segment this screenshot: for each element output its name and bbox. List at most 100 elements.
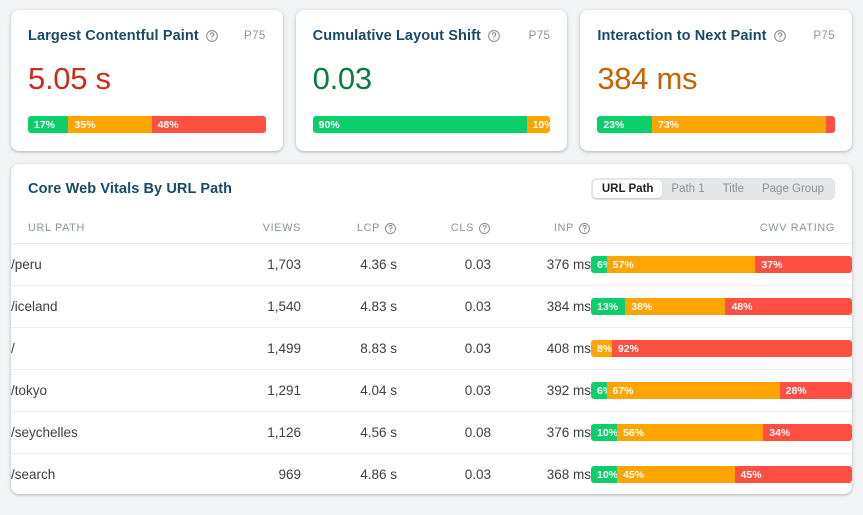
column-header-label: INP <box>553 222 574 234</box>
cell-cls: 0.03 <box>397 369 491 412</box>
metric-distribution-segment-needs-improvement: 73% <box>652 116 826 133</box>
segment-label: 35% <box>74 118 96 131</box>
segment-label: 45% <box>740 468 762 481</box>
column-header-url-path[interactable]: URL PATH <box>11 213 191 244</box>
row-distribution-segment-needs-improvement: 8% <box>591 340 612 357</box>
segment-label: 38% <box>631 300 653 313</box>
cell-url-path: / <box>11 327 191 370</box>
column-header-cwv-rating[interactable]: CWV RATING <box>591 213 852 244</box>
row-distribution-bar: 6% 67% 28% <box>591 382 852 399</box>
row-distribution-bar: 10% 45% 45% <box>591 466 852 483</box>
help-circle-icon[interactable] <box>487 29 501 43</box>
segment-label: 10% <box>597 468 618 481</box>
row-distribution-segment-needs-improvement: 38% <box>625 298 726 315</box>
cell-cls: 0.03 <box>397 285 491 328</box>
metric-title: Interaction to Next Paint <box>597 28 767 44</box>
core-web-vitals-table-card: Core Web Vitals By URL Path URL Path Path… <box>11 164 852 494</box>
cell-lcp: 4.04 s <box>301 369 397 412</box>
row-distribution-segment-good: 13% <box>591 298 626 315</box>
row-distribution-bar: 8% 92% <box>591 340 852 357</box>
grouping-tab-title[interactable]: Title <box>714 180 753 198</box>
cell-inp: 376 ms <box>491 243 591 286</box>
metric-value: 384 ms <box>597 61 698 96</box>
grouping-tab-url-path[interactable]: URL Path <box>592 179 663 198</box>
metric-distribution-segment-good: 90% <box>312 116 527 133</box>
table-row[interactable]: /iceland 1,540 4.83 s 0.03 384 ms 13% 38% 48% <box>11 285 852 328</box>
table-row[interactable]: /search 969 4.86 s 0.03 368 ms 10% 45% 45% <box>11 454 852 495</box>
segment-label: 37% <box>761 258 783 271</box>
help-circle-icon[interactable] <box>773 29 787 43</box>
row-distribution-segment-needs-improvement: 56% <box>617 424 764 441</box>
cell-url-path: /tokyo <box>11 369 191 412</box>
column-header-label: CLS <box>450 222 474 234</box>
row-distribution-segment-poor: 28% <box>779 382 852 399</box>
column-header-lcp[interactable]: LCP <box>301 213 397 244</box>
table-row[interactable]: /tokyo1,2914.04 s0.03392 ms 6% 67% 28% <box>11 369 852 412</box>
percentile-label: P75 <box>813 30 836 42</box>
metric-card-header: Cumulative Layout Shift P75 <box>313 26 551 46</box>
cell-cwv-rating: 8% 92% <box>591 327 852 370</box>
metric-distribution-segment-needs-improvement: 10% <box>526 116 551 133</box>
row-distribution-segment-poor: 92% <box>611 340 852 357</box>
grouping-segmented-control[interactable]: URL Path Path 1 Title Page Group <box>590 177 835 200</box>
segment-label: 6% <box>597 384 607 397</box>
row-distribution-segment-poor: 45% <box>734 466 852 483</box>
column-header-label: LCP <box>356 222 380 234</box>
table-header: Core Web Vitals By URL Path URL Path Path… <box>11 164 852 213</box>
metric-title: Largest Contentful Paint <box>28 28 199 44</box>
metric-distribution-segment-poor: 48% <box>151 116 266 133</box>
row-distribution-segment-good: 6% <box>591 256 607 273</box>
segment-label: 8% <box>597 342 612 355</box>
cell-views: 1,291 <box>191 369 301 412</box>
core-web-vitals-table: URL PATH VIEWS LCP CLS INP CWV RATING /peru 1,… <box>11 213 852 494</box>
table-body: /peru1,7034.36 s0.03376 ms6%57%37%/icela… <box>11 243 852 495</box>
grouping-tab-path-1[interactable]: Path 1 <box>662 180 713 198</box>
segment-label: 48% <box>731 300 753 313</box>
grouping-tab-page-group[interactable]: Page Group <box>753 180 833 198</box>
metric-distribution-segment-poor <box>825 116 835 133</box>
table-row[interactable]: /1,499 8.83 s 0.03 408 ms 8% 92% <box>11 327 852 370</box>
cell-cls: 0.03 <box>397 327 491 370</box>
cell-cls: 0.03 <box>464 467 491 482</box>
help-circle-icon[interactable] <box>478 222 491 235</box>
percentile-label: P75 <box>244 30 266 42</box>
column-header-views[interactable]: VIEWS <box>191 213 301 244</box>
help-circle-icon[interactable] <box>578 222 591 235</box>
row-distribution-segment-needs-improvement: 67% <box>606 382 780 399</box>
table-column-headers: URL PATH VIEWS LCP CLS INP CWV RATING <box>11 213 852 244</box>
metric-distribution-bar: 17% 35% 48% <box>28 116 266 133</box>
cell-cwv-rating: 6% 57% 37% <box>591 243 852 286</box>
cell-inp: 408 ms <box>491 327 591 370</box>
help-circle-icon[interactable] <box>205 29 219 43</box>
segment-label: 13% <box>597 300 619 313</box>
row-distribution-segment-needs-improvement: 57% <box>606 256 756 273</box>
metric-distribution-segment-needs-improvement: 35% <box>68 116 152 133</box>
cell-lcp: 4.36 s <box>301 243 397 286</box>
metric-card-2: Interaction to Next Paint P75 384 ms 23% 73% <box>580 10 853 151</box>
segment-label: 92% <box>617 342 639 355</box>
column-header-cls[interactable]: CLS <box>397 213 491 244</box>
row-distribution-segment-needs-improvement: 45% <box>617 466 735 483</box>
cell-cls: 0.08 <box>397 411 491 454</box>
cell-lcp: 8.83 s <box>301 327 397 370</box>
cell-inp: 392 ms <box>491 369 591 412</box>
column-header-label: URL PATH <box>28 222 85 234</box>
segment-label: 48% <box>157 118 179 131</box>
metric-value: 5.05 s <box>28 61 111 96</box>
cell-views: 1,499 <box>191 327 301 370</box>
column-header-label: VIEWS <box>262 222 301 234</box>
column-header-inp[interactable]: INP <box>491 213 591 244</box>
cell-cls: 0.03 <box>397 243 491 286</box>
cell-cwv-rating: 6% 67% 28% <box>591 369 852 412</box>
row-distribution-bar: 13% 38% 48% <box>591 298 852 315</box>
segment-label: 10% <box>532 118 551 131</box>
metric-card-header: Largest Contentful Paint P75 <box>28 26 266 46</box>
segment-label: 45% <box>623 468 645 481</box>
segment-label: 23% <box>603 118 625 131</box>
table-row[interactable]: /seychelles 1,126 4.56 s 0.08 376 ms 10% 56% 34… <box>11 411 852 454</box>
percentile-label: P75 <box>528 30 551 42</box>
table-row[interactable]: /peru1,7034.36 s0.03376 ms 6% 57% 37% <box>11 243 852 286</box>
column-header-label: CWV RATING <box>759 222 835 234</box>
help-circle-icon[interactable] <box>384 222 397 235</box>
cell-lcp: 4.56 s <box>301 411 397 454</box>
